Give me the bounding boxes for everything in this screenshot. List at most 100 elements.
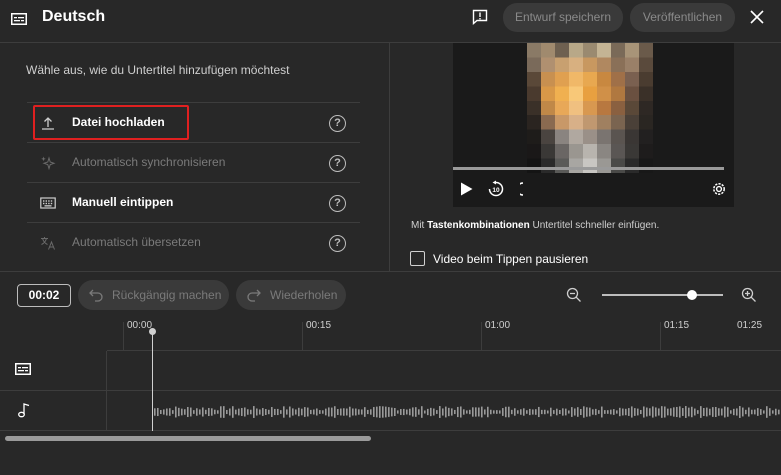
waveform-bar [478,407,480,417]
waveform-bar [721,408,723,416]
waveform-bar [352,408,354,416]
waveform-bar [268,409,270,415]
waveform-bar [580,408,582,416]
waveform-bar [496,410,498,414]
waveform-bar [667,408,669,416]
close-icon[interactable] [749,9,765,25]
waveform-bar [376,406,378,418]
help-icon[interactable]: ? [329,195,346,212]
rewind-10-icon[interactable]: 10 [487,180,505,198]
option-auto-sync[interactable]: Automatisch synchronisieren ? [27,142,360,182]
waveform-bar [598,410,600,414]
waveform-bar [499,410,501,414]
waveform-bar [490,409,492,415]
waveform-bar [697,410,699,414]
gear-icon[interactable] [710,180,728,198]
waveform-bar [340,408,342,416]
volume-icon[interactable] [520,181,530,197]
waveform-bar [541,409,543,415]
horizontal-scrollbar[interactable] [5,436,371,441]
waveform-bar [505,406,507,418]
pause-checkbox[interactable] [410,251,425,266]
waveform-bar [757,408,759,416]
subtitle-editor: Deutsch Entwurf speichern Veröffentliche… [0,0,781,475]
waveform-bar [262,408,264,416]
waveform-bar [664,406,666,418]
save-draft-button[interactable]: Entwurf speichern [503,3,623,32]
play-icon[interactable] [460,182,473,196]
waveform-bar [247,409,249,415]
waveform-bar [367,409,369,415]
option-auto-translate[interactable]: Automatisch übersetzen ? [27,222,360,262]
shortcut-suffix: Untertitel schneller einfügen. [529,220,660,231]
feedback-icon[interactable] [472,9,488,25]
waveform-bar [487,406,489,418]
tick-line [660,322,661,351]
waveform-bar [199,409,201,415]
waveform-bar [511,409,513,415]
waveform-bar [652,406,654,418]
waveform-bar [436,410,438,414]
time-ruler[interactable]: 00:00 00:15 01:00 01:15 01:25 [107,317,781,351]
waveform-bar [637,408,639,416]
help-icon[interactable]: ? [329,235,346,252]
waveform-bar [742,407,744,417]
pause-checkbox-label: Video beim Tippen pausieren [433,252,589,266]
video-progress-bar[interactable] [453,167,724,170]
waveform-bar [337,409,339,415]
video-preview[interactable]: 10 [453,43,734,207]
waveform-bar [451,408,453,416]
shortcut-link[interactable]: Tastenkombinationen [427,220,530,231]
waveform-bar [163,409,165,415]
waveform-bar [283,406,285,418]
waveform-bar [583,406,585,418]
waveform-bar [619,407,621,417]
zoom-in-icon[interactable] [741,287,757,303]
undo-button[interactable]: Rückgängig machen [78,280,229,310]
waveform-bar [724,406,726,418]
publish-button[interactable]: Veröffentlichen [630,3,735,32]
waveform-bar [529,408,531,416]
waveform-bar [568,410,570,414]
waveform-bar [298,407,300,417]
waveform-bar [244,407,246,417]
waveform-bar [310,409,312,415]
waveform-bar [634,408,636,416]
method-prompt: Wähle aus, wie du Untertitel hinzufügen … [26,63,290,77]
playhead[interactable] [152,330,153,431]
waveform-bar [277,408,279,416]
waveform-bar [535,409,537,415]
option-type-manually[interactable]: Manuell eintippen ? [27,182,360,222]
waveform-bar [625,408,627,416]
waveform-bar [211,408,213,416]
redo-button[interactable]: Wiederholen [236,280,346,310]
waveform-bar [253,406,255,418]
help-icon[interactable]: ? [329,115,346,132]
waveform-bar [709,408,711,416]
music-note-icon [18,403,30,418]
waveform-bar [484,409,486,415]
waveform-bar [421,406,423,418]
waveform-bar [208,407,210,417]
subtitle-track[interactable] [0,351,781,391]
waveform-bar [538,406,540,418]
zoom-slider-track[interactable] [602,294,723,296]
help-icon[interactable]: ? [329,155,346,172]
option-upload-file[interactable]: Datei hochladen ? [27,102,360,142]
page-title: Deutsch [42,8,106,25]
waveform-bar [460,406,462,418]
zoom-slider-thumb[interactable] [687,290,697,300]
waveform-bar [457,406,459,418]
tick-label: 01:00 [485,320,511,331]
playhead-handle[interactable] [149,328,156,335]
waveform-bar [403,408,405,416]
tick-label: 01:15 [664,320,690,331]
waveform-bar [562,408,564,416]
waveform-bar [613,409,615,415]
waveform-bar [730,410,732,414]
waveform-bar [766,406,768,418]
current-time-display[interactable]: 00:02 [17,284,71,307]
waveform-bar [553,410,555,414]
zoom-out-icon[interactable] [566,287,582,303]
waveform-bar [472,407,474,417]
